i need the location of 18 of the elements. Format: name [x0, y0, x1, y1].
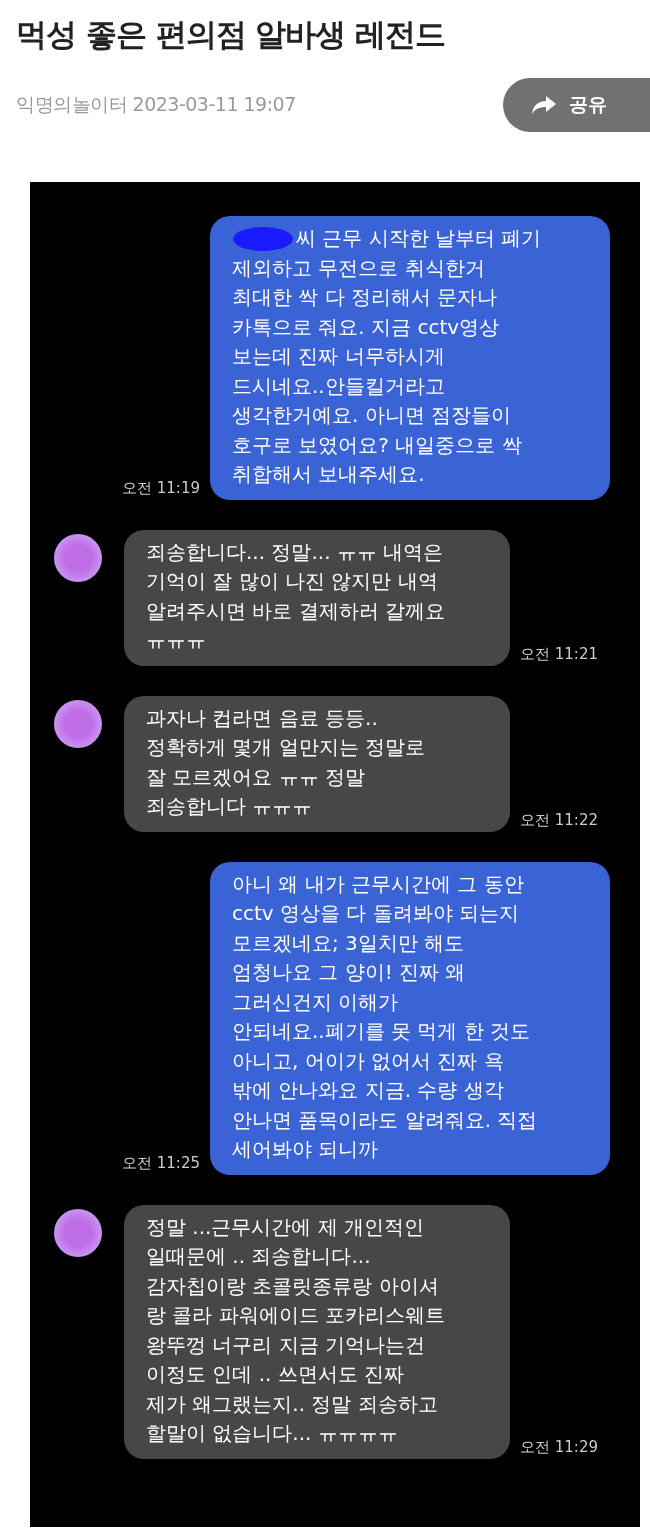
message-time: 오전 11:19 — [122, 478, 200, 498]
avatar — [54, 533, 102, 582]
message-time: 오전 11:21 — [520, 644, 598, 664]
message-text: 씨 근무 시작한 날부터 폐기 — [296, 225, 542, 252]
share-button[interactable]: 공유 — [503, 78, 650, 132]
avatar — [54, 1208, 102, 1257]
message-text: 제외하고 무전으로 취식한거 최대한 싹 다 정리해서 문자나 카톡으로 줘요. 지금 cctv영상 보는데 진짜 너무하시게 드시네요..안들킬거라고 생각한거예요. 아니면 점장들이 호구로 보였어요? 내일중으로 싹 취합해서 보내주세요. — [232, 255, 522, 486]
post-meta: 익명의놀이터 2023-03-11 19:07 — [16, 92, 296, 117]
message-text: 아니 왜 내가 근무시간에 그 동안 cctv 영상을 다 돌려봐야 되는지 모르겠네요; 3일치만 해도 엄청나요 그 양이! 진짜 왜 그러신건지 이해가 안되네요..폐기를 못 먹게 한 것도 아니고, 어이가 없어서 진짜 욕 밖에 안나와요 지금. 수량 생각 안나면 품목이라도 알려줘요. 직접 세어봐야 되니까 — [232, 871, 538, 1161]
message-time: 오전 11:22 — [520, 810, 598, 830]
message-time: 오전 11:25 — [122, 1153, 200, 1173]
message-text: 죄송합니다... 정말... ㅠㅠ 내역은 기억이 잘 많이 나진 않지만 내역 알려주시면 바로 결제하러 갈께요 ㅠㅠㅠ — [146, 539, 446, 652]
message-text: 과자나 컵라면 음료 등등.. 정확하게 몇개 얼만지는 정말로 잘 모르겠어요 ㅠㅠ 정말 죄송합니다 ㅠㅠㅠ — [146, 705, 426, 818]
avatar — [54, 699, 102, 748]
message-time: 오전 11:29 — [520, 1437, 598, 1457]
share-icon — [531, 95, 557, 115]
message-text: 정말 ...근무시간에 제 개인적인 일때문에 .. 죄송합니다... 감자칩이랑 초콜릿종류랑 아이셔 랑 콜라 파워에이드 포카리스웨트 왕뚜껑 너구리 지금 기억나는건 이정도 인데 .. 쓰면서도 진짜 제가 왜그랬는지.. 정말 죄송하고 할말이 없습니다... ㅠㅠㅠㅠ — [146, 1214, 446, 1445]
post-title: 먹성 좋은 편의점 알바생 레전드 — [16, 15, 447, 54]
